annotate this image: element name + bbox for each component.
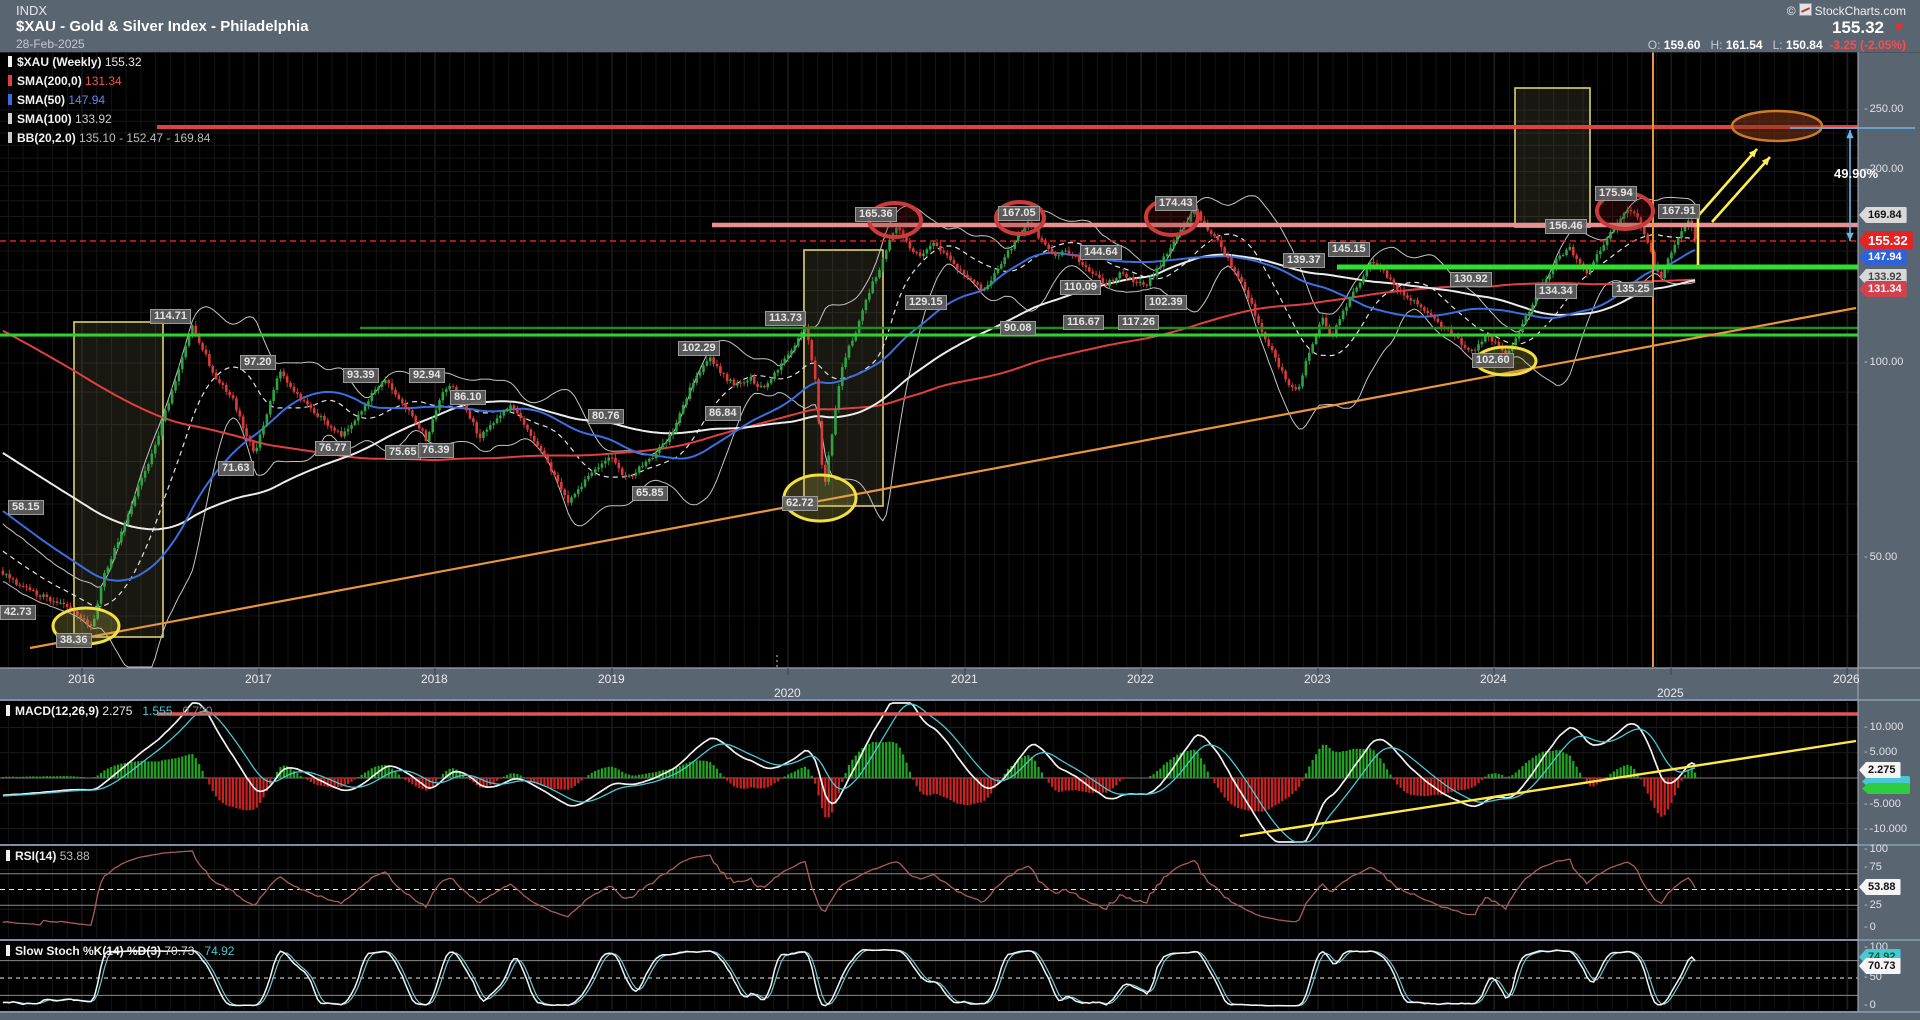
- page-title: $XAU - Gold & Silver Index - Philadelphi…: [16, 18, 309, 35]
- high-value: 161.54: [1726, 38, 1763, 52]
- last-price: 155.32: [1832, 18, 1884, 38]
- low-value: 150.84: [1786, 38, 1823, 52]
- chart-canvas[interactable]: [0, 0, 1920, 1020]
- high-label: H:: [1711, 38, 1723, 52]
- chart-date: 28-Feb-2025: [16, 37, 85, 51]
- ohlc-row: O: 159.60 H: 161.54 L: 150.84 -3.25 (-2.…: [1648, 38, 1906, 52]
- stockcharts-chart-page: INDX $XAU - Gold & Silver Index - Philad…: [0, 0, 1920, 1020]
- stockcharts-logo-icon: [1799, 3, 1812, 16]
- stockcharts-copyright: ©StockCharts.com: [1787, 3, 1906, 18]
- price-down-triangle-icon: ▼: [1892, 19, 1906, 35]
- chart-header: INDX $XAU - Gold & Silver Index - Philad…: [0, 0, 1920, 52]
- change-value: -3.25 (-2.05%): [1829, 38, 1906, 52]
- stockcharts-wordmark: StockCharts.com: [1815, 4, 1906, 18]
- exchange-label: INDX: [16, 3, 47, 18]
- open-value: 159.60: [1664, 38, 1701, 52]
- open-label: O:: [1648, 38, 1661, 52]
- low-label: L:: [1773, 38, 1783, 52]
- macd-hist-tag: [1862, 783, 1910, 794]
